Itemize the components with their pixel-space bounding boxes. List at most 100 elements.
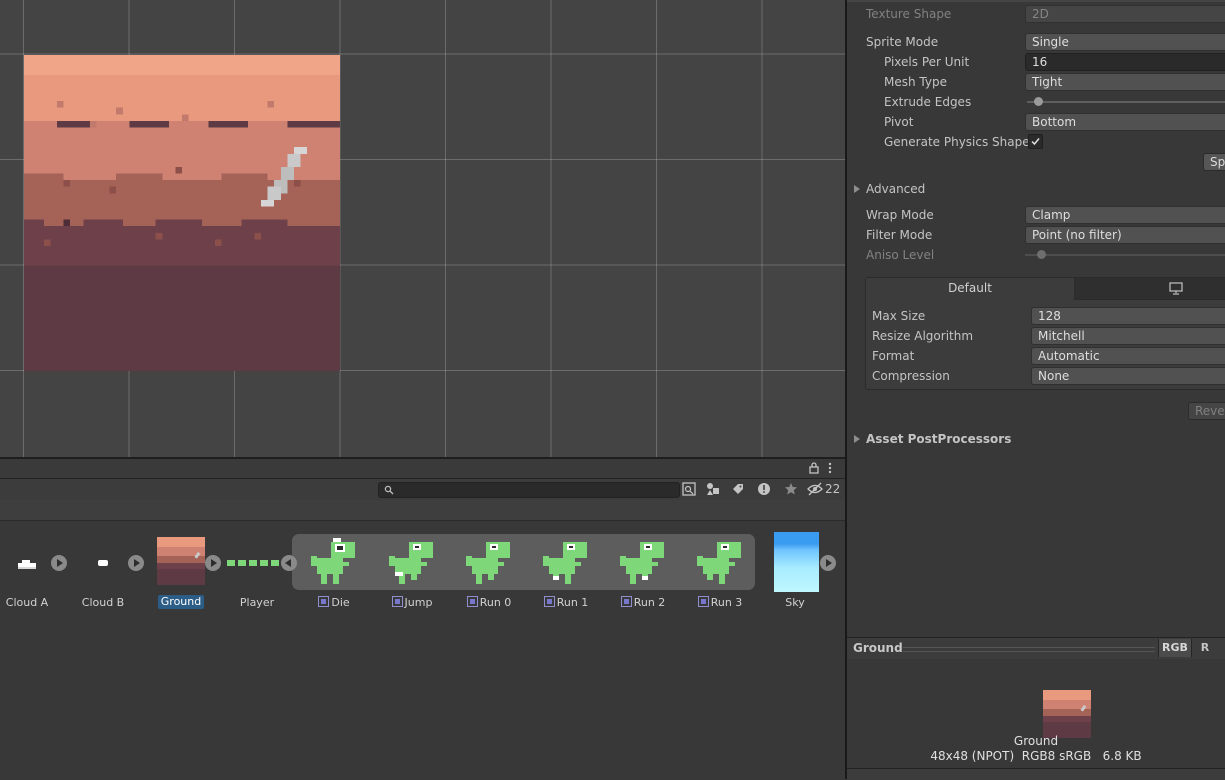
preview-area: Ground 48x48 (NPOT) RGB8 sRGB 6.8 KB: [847, 659, 1225, 768]
search-by-type-button[interactable]: [678, 480, 700, 498]
checkmark-icon: [1031, 138, 1040, 146]
asset-tile[interactable]: Sky: [768, 520, 822, 610]
filter-by-type-button[interactable]: [702, 480, 724, 498]
generate-physics-shape-label: Generate Physics Shape: [884, 135, 1030, 149]
extrude-edges-slider-knob[interactable]: [1034, 97, 1043, 106]
asset-tile[interactable]: Cloud A: [0, 520, 54, 610]
more-options-icon[interactable]: [828, 462, 832, 477]
search-input[interactable]: [378, 482, 680, 498]
revert-button[interactable]: Rever: [1188, 402, 1225, 420]
pivot-dropdown[interactable]: Bottom: [1025, 113, 1225, 131]
sub-sprite-tile[interactable]: Run 3: [689, 534, 751, 610]
asset-grid: Cloud A Cloud B Ground Player Die Jump R…: [0, 520, 845, 779]
inspector-panel: Texture Shape 2D Sprite Mode Single Pixe…: [847, 0, 1225, 637]
asset-label: Cloud B: [81, 596, 125, 609]
sub-sprite-tile[interactable]: Run 2: [612, 534, 674, 610]
generate-physics-shape-checkbox[interactable]: [1028, 134, 1043, 149]
preview-drag-handle[interactable]: [903, 647, 1155, 652]
max-size-dropdown[interactable]: 128: [1031, 307, 1225, 325]
asset-tile[interactable]: Cloud B: [76, 520, 130, 610]
filter-mode-label: Filter Mode: [866, 228, 933, 242]
sub-sprite-tile[interactable]: Die: [303, 534, 365, 610]
expand-sprites-button[interactable]: [51, 555, 67, 571]
dino-jump-thumbnail: [389, 542, 433, 584]
sub-sprite-label: Run 2: [612, 596, 674, 609]
advanced-foldout[interactable]: Advanced: [854, 180, 925, 198]
filter-log-types-button[interactable]: [753, 480, 775, 498]
dino-run-1-thumbnail: [543, 542, 587, 584]
search-icon: [384, 484, 394, 498]
favorites-button[interactable]: [780, 480, 802, 498]
sub-sprite-tile[interactable]: Jump: [381, 534, 443, 610]
filter-by-label-button[interactable]: [727, 480, 749, 498]
cloud-a-thumbnail: [18, 560, 36, 569]
preview-asset-name: Ground: [1013, 734, 1059, 748]
preview-title: Ground: [853, 641, 903, 655]
ground-sprite-image: [24, 55, 340, 371]
sprite-icon: [466, 596, 478, 607]
sprite-mode-dropdown[interactable]: Single: [1025, 33, 1225, 51]
asset-label: Sky: [785, 596, 805, 609]
sky-thumbnail: [774, 532, 819, 592]
advanced-label: Advanced: [866, 182, 926, 196]
project-breadcrumb-bar: [0, 500, 845, 521]
compression-dropdown[interactable]: None: [1031, 367, 1225, 385]
format-dropdown[interactable]: Automatic: [1031, 347, 1225, 365]
extrude-edges-slider[interactable]: [1027, 101, 1225, 103]
mesh-type-dropdown[interactable]: Tight: [1025, 73, 1225, 91]
filter-mode-dropdown[interactable]: Point (no filter): [1025, 226, 1225, 244]
aniso-level-slider: [1025, 254, 1225, 256]
tab-default[interactable]: Default: [866, 278, 1074, 300]
aniso-level-slider-knob: [1037, 250, 1046, 259]
sub-sprite-tile[interactable]: Run 1: [535, 534, 597, 610]
sub-sprite-label: Jump: [381, 596, 443, 609]
hidden-packages-button[interactable]: [807, 480, 823, 498]
player-thumbnail: [227, 560, 279, 566]
pixels-per-unit-label: Pixels Per Unit: [884, 55, 970, 69]
preview-header[interactable]: Ground RGB R: [847, 637, 1225, 660]
expand-sprites-button[interactable]: [820, 555, 836, 571]
extrude-edges-label: Extrude Edges: [884, 95, 972, 109]
expand-sprites-button[interactable]: [128, 555, 144, 571]
project-tab-header: [0, 457, 845, 480]
rgb-channel-button[interactable]: RGB: [1158, 639, 1191, 657]
sprite-scene-view[interactable]: [0, 0, 845, 457]
wrap-mode-dropdown[interactable]: Clamp: [1025, 206, 1225, 224]
dino-run-2-thumbnail: [620, 542, 664, 584]
tab-standalone[interactable]: [1074, 278, 1225, 300]
cloud-b-thumbnail: [98, 560, 108, 566]
sub-sprite-label: Die: [303, 596, 365, 609]
ground-thumbnail: [157, 537, 205, 585]
texture-shape-dropdown: 2D: [1025, 5, 1225, 23]
compression-label: Compression: [872, 369, 950, 383]
sub-sprite-tile[interactable]: Run 0: [458, 534, 520, 610]
search-window-icon: [682, 482, 696, 496]
asset-postprocessors-foldout[interactable]: Asset PostProcessors: [854, 430, 1011, 448]
preview-asset-info: 48x48 (NPOT) RGB8 sRGB 6.8 KB: [930, 749, 1142, 763]
resize-algorithm-label: Resize Algorithm: [872, 329, 974, 343]
aniso-level-label: Aniso Level: [866, 248, 935, 262]
texture-shape-label: Texture Shape: [866, 7, 952, 21]
red-channel-button[interactable]: R: [1191, 639, 1218, 657]
collapse-sprites-button[interactable]: [281, 555, 297, 571]
asset-postprocessors-label: Asset PostProcessors: [866, 432, 1012, 446]
lock-icon[interactable]: [809, 462, 819, 477]
platform-settings-box: Default Max Size 128 Resize Algorithm Mi…: [865, 277, 1225, 390]
pivot-label: Pivot: [884, 115, 914, 129]
sprite-icon: [318, 596, 330, 607]
max-size-label: Max Size: [872, 309, 926, 323]
hidden-package-count: 22: [825, 482, 841, 496]
asset-tile-selected[interactable]: Ground: [154, 520, 208, 610]
sprite-icon: [620, 596, 632, 607]
sprite-editor-button[interactable]: Sp: [1203, 153, 1225, 171]
dino-run-0-thumbnail: [466, 542, 510, 584]
wrap-mode-label: Wrap Mode: [866, 208, 934, 222]
resize-algorithm-dropdown[interactable]: Mitchell: [1031, 327, 1225, 345]
mesh-type-label: Mesh Type: [884, 75, 947, 89]
warning-icon: [758, 483, 770, 495]
pixels-per-unit-field[interactable]: 16: [1025, 53, 1225, 71]
ground-preview-image: [1043, 690, 1091, 738]
sprite-icon: [391, 596, 403, 607]
expand-sprites-button[interactable]: [205, 555, 221, 571]
sprite-icon: [697, 596, 709, 607]
